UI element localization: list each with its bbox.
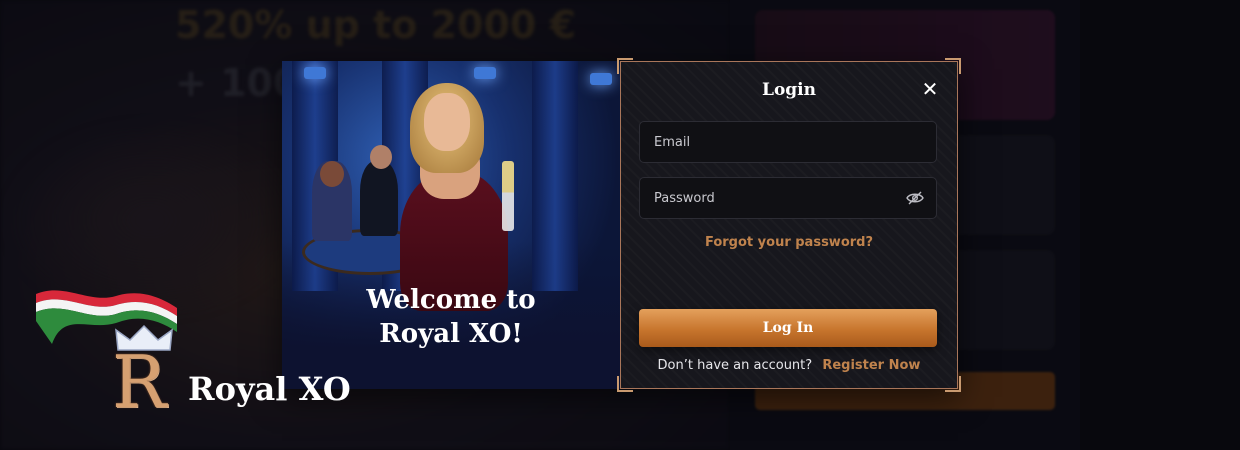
brand-monogram: R <box>112 340 167 424</box>
register-link[interactable]: Register Now <box>822 358 920 373</box>
corner-ornament <box>617 58 633 74</box>
guest-head <box>320 161 344 187</box>
no-account-text: Don’t have an account? <box>657 358 813 373</box>
guest-head <box>370 145 392 169</box>
brand-logo: R Royal XO <box>34 286 364 426</box>
brand-name: Royal XO <box>188 370 351 408</box>
email-field[interactable] <box>639 121 937 163</box>
wall-lamp <box>590 73 612 85</box>
curtain <box>532 61 578 291</box>
login-modal: Welcome to Royal XO! Login ✕ Forgot your… <box>282 58 961 392</box>
login-title: Login <box>762 80 816 100</box>
corner-ornament <box>945 58 961 74</box>
email-input[interactable] <box>652 133 924 151</box>
password-field[interactable] <box>639 177 937 219</box>
register-prompt: Don’t have an account? Register Now <box>621 358 957 373</box>
wall-lamp <box>474 67 496 79</box>
corner-ornament <box>617 376 633 392</box>
corner-ornament <box>945 376 961 392</box>
eye-off-icon[interactable] <box>906 191 924 205</box>
hostess-face <box>424 93 470 151</box>
champagne-glass <box>502 161 514 231</box>
login-form-panel: Login ✕ Forgot your password? Log In Don… <box>617 58 961 392</box>
guest-figure <box>360 161 398 236</box>
close-icon[interactable]: ✕ <box>921 79 939 99</box>
login-button[interactable]: Log In <box>639 309 937 347</box>
wall-lamp <box>304 67 326 79</box>
password-input[interactable] <box>652 189 906 207</box>
forgot-password-link[interactable]: Forgot your password? <box>621 235 957 250</box>
